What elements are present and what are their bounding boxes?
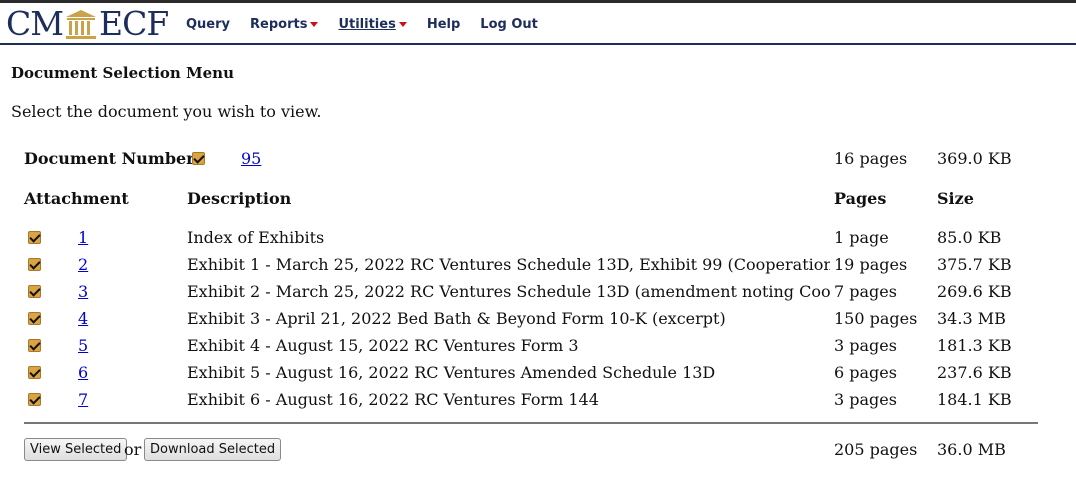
menu-query[interactable]: Query [186,17,230,32]
attachment-pages: 3 pages [834,336,897,355]
main-menu: Query Reports Utilities Help Log Out [186,17,558,32]
attachment-checkbox[interactable] [28,393,41,406]
attachment-pages: 150 pages [834,309,918,328]
attachment-link[interactable]: 2 [78,255,88,274]
attachment-size: 237.6 KB [937,363,1012,382]
attachment-size: 181.3 KB [937,336,1012,355]
total-pages: 205 pages [834,440,918,459]
attachment-description: Exhibit 1 - March 25, 2022 RC Ventures S… [187,255,830,274]
cmecf-logo[interactable]: CM ECF [6,4,169,43]
document-size: 369.0 KB [937,149,1012,168]
attachment-description: Exhibit 5 - August 16, 2022 RC Ventures … [187,363,716,382]
attachment-size: 184.1 KB [937,390,1012,409]
attachment-checkbox[interactable] [28,366,41,379]
attachment-description: Exhibit 6 - August 16, 2022 RC Ventures … [187,390,599,409]
table-divider [24,422,1038,424]
or-text: or [124,440,142,459]
nav-divider [0,43,1076,45]
page-title: Document Selection Menu [11,64,234,82]
menu-logout[interactable]: Log Out [480,17,538,32]
attachment-checkbox[interactable] [28,339,41,352]
logo-text-right: ECF [99,4,169,43]
attachment-size: 34.3 MB [937,309,1006,328]
attachment-link[interactable]: 6 [78,363,88,382]
attachment-checkbox[interactable] [28,312,41,325]
attachment-description: Exhibit 4 - August 15, 2022 RC Ventures … [187,336,579,355]
attachment-pages: 1 page [834,228,889,247]
total-size: 36.0 MB [937,440,1006,459]
attachment-description: Index of Exhibits [187,228,325,247]
attachment-description: Exhibit 2 - March 25, 2022 RC Ventures S… [187,282,830,301]
menu-help[interactable]: Help [427,17,460,32]
attachment-pages: 19 pages [834,255,908,274]
document-number-label: Document Number: [24,149,201,168]
attachment-size: 269.6 KB [937,282,1012,301]
attachment-pages: 6 pages [834,363,897,382]
column-header-attachment: Attachment [24,189,129,208]
attachment-link[interactable]: 7 [78,390,88,409]
attachment-link[interactable]: 5 [78,336,88,355]
document-checkbox[interactable] [192,152,205,165]
download-selected-button[interactable]: Download Selected [144,438,282,461]
menu-reports[interactable]: Reports [250,17,319,32]
caret-down-icon [310,22,319,27]
menu-utilities[interactable]: Utilities [338,17,407,32]
logo-text-left: CM [6,4,64,43]
caret-down-icon [398,22,407,27]
attachment-pages: 3 pages [834,390,897,409]
view-selected-button[interactable]: View Selected [24,438,128,461]
attachment-link[interactable]: 3 [78,282,88,301]
column-header-pages: Pages [834,189,887,208]
document-number-link[interactable]: 95 [241,149,261,168]
courthouse-icon [66,10,97,39]
document-pages: 16 pages [834,149,908,168]
attachment-link[interactable]: 4 [78,309,88,328]
navbar: CM ECF Query Reports Utilities Help Log … [0,3,1076,43]
page-subtitle: Select the document you wish to view. [11,102,322,121]
attachment-checkbox[interactable] [28,258,41,271]
attachment-link[interactable]: 1 [78,228,88,247]
attachment-size: 85.0 KB [937,228,1002,247]
attachment-checkbox[interactable] [28,285,41,298]
attachment-size: 375.7 KB [937,255,1012,274]
attachment-checkbox[interactable] [28,231,41,244]
attachment-pages: 7 pages [834,282,897,301]
column-header-description: Description [187,189,292,208]
column-header-size: Size [937,189,974,208]
attachment-description: Exhibit 3 - April 21, 2022 Bed Bath & Be… [187,309,726,328]
